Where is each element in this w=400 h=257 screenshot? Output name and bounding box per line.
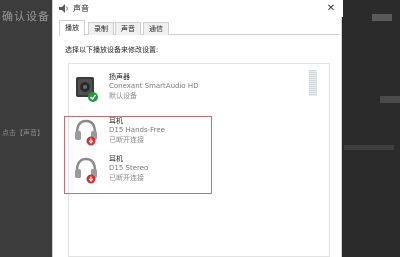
device-subtitle: Conexant SmartAudio HD — [109, 82, 199, 90]
background-title: 确认设备 — [2, 10, 50, 23]
background-bar — [344, 145, 394, 150]
device-list-scrollbar[interactable] — [309, 70, 317, 96]
highlight-annotation-box — [64, 116, 212, 194]
close-button[interactable]: ✕ — [324, 2, 338, 15]
background-left-panel: 确认设备 点击【声音】 — [0, 0, 52, 257]
device-name: 扬声器 — [109, 73, 130, 81]
tab-recording[interactable]: 录制 — [88, 22, 114, 35]
speaker-icon — [76, 77, 98, 102]
tab-playback[interactable]: 播放 — [59, 20, 85, 36]
list-item-speaker[interactable]: 扬声器 Conexant SmartAudio HD 默认设备 — [69, 70, 269, 108]
panel-instruction: 选择以下播放设备来修改设置: — [65, 46, 159, 54]
background-bar — [372, 14, 392, 21]
background-side-text: 点击【声音】 — [2, 129, 44, 137]
tab-communications[interactable]: 通信 — [143, 22, 169, 35]
device-status: 默认设备 — [109, 92, 137, 100]
background-right-panel — [342, 0, 400, 257]
background-bar — [380, 96, 400, 103]
dialog-title: 声音 — [73, 4, 89, 13]
tab-sounds[interactable]: 声音 — [115, 22, 141, 35]
title-bar: 声音 ✕ — [53, 0, 343, 17]
speaker-icon — [59, 4, 68, 13]
default-check-icon — [88, 92, 98, 102]
tab-bar: 播放 录制 声音 通信 — [59, 20, 339, 36]
